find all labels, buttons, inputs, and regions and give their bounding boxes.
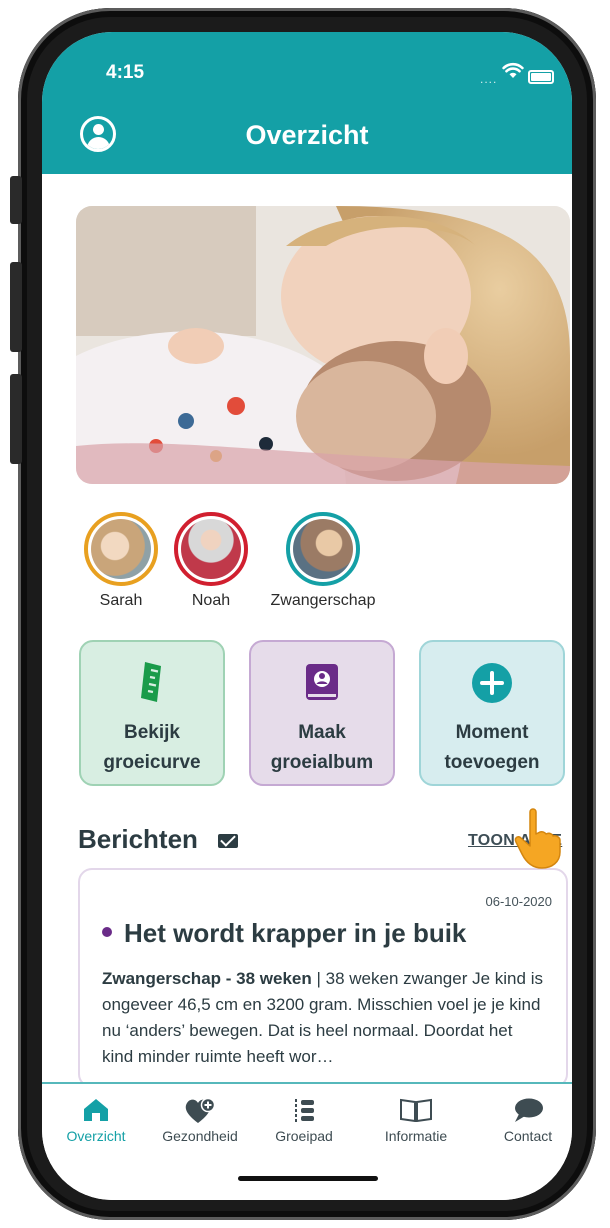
card-label: Moment toevoegen: [421, 718, 563, 778]
child-noah[interactable]: Noah: [168, 512, 254, 610]
wifi-icon: [502, 62, 524, 78]
card-label: Maak groeialbum: [251, 718, 393, 778]
page-title: Overzicht: [245, 120, 369, 150]
card-label-line1: Maak: [298, 722, 346, 743]
volume-up-button: [10, 262, 22, 352]
bottom-tab-bar: Overzicht Gezondheid Groeipad Informatie…: [42, 1082, 572, 1200]
signal-dots: ....: [480, 72, 498, 86]
card-label-line2: groeicurve: [103, 752, 201, 773]
tab-contact[interactable]: Contact: [478, 1098, 572, 1144]
tab-label: Groeipad: [275, 1128, 333, 1144]
battery-icon: [528, 70, 554, 84]
card-label: Bekijk groeicurve: [81, 718, 223, 778]
child-photo: [91, 519, 151, 579]
message-separator: |: [311, 969, 326, 988]
child-name: Sarah: [99, 592, 143, 609]
child-name: Zwangerschap: [270, 592, 376, 609]
tab-icon-wrap: [46, 1098, 146, 1124]
card-label-line2: toevoegen: [444, 752, 540, 773]
hand-cursor-icon: [514, 808, 561, 869]
volume-down-button: [10, 374, 22, 464]
message-title: Het wordt krapper in je buik: [102, 918, 466, 949]
messages-heading: Berichten: [78, 824, 198, 854]
tab-label: Gezondheid: [162, 1128, 238, 1144]
heart-plus-icon: [185, 1097, 216, 1123]
status-time: 4:15: [106, 62, 145, 83]
child-name: Noah: [191, 592, 231, 609]
tab-gezondheid[interactable]: Gezondheid: [150, 1097, 250, 1144]
message-preview: Zwangerschap - 38 weken | 38 weken zwang…: [102, 966, 548, 1070]
tab-label: Overzicht: [66, 1128, 126, 1144]
make-growth-album-button[interactable]: Maak groeialbum: [249, 640, 395, 786]
mute-switch: [10, 176, 22, 224]
child-avatar: [286, 512, 360, 586]
child-photo: [181, 519, 241, 579]
book-icon: [400, 1098, 432, 1123]
card-label-line2: groeialbum: [270, 752, 374, 773]
tab-informatie[interactable]: Informatie: [366, 1098, 466, 1144]
envelope-icon: [218, 834, 238, 848]
tab-icon-wrap: [366, 1098, 466, 1124]
tab-icon-wrap: [150, 1097, 250, 1124]
view-growth-curve-button[interactable]: Bekijk groeicurve: [79, 640, 225, 786]
header-bar: 4:15 .... Overzicht: [42, 32, 572, 174]
child-avatar: [174, 512, 248, 586]
child-sarah[interactable]: Sarah: [78, 512, 164, 610]
card-label-line1: Moment: [455, 722, 529, 743]
child-photo: [293, 519, 353, 579]
home-indicator: [238, 1176, 378, 1181]
child-zwangerschap[interactable]: Zwangerschap: [260, 512, 386, 610]
chat-icon: [515, 1098, 543, 1122]
child-avatar: [84, 512, 158, 586]
plus-circle-icon: [472, 663, 512, 703]
tab-label: Informatie: [384, 1128, 448, 1144]
tab-icon-wrap: [478, 1098, 572, 1124]
tab-overzicht[interactable]: Overzicht: [46, 1098, 146, 1144]
message-category: Zwangerschap - 38 weken: [102, 969, 312, 988]
album-icon: [306, 664, 338, 700]
growth-ruler-icon: [141, 662, 161, 702]
hero-photo: [76, 206, 570, 484]
message-date: 06-10-2020: [485, 894, 553, 909]
home-icon: [84, 1099, 108, 1121]
tab-icon-wrap: [254, 1098, 354, 1124]
tab-groeipad[interactable]: Groeipad: [254, 1098, 354, 1144]
path-icon: [295, 1099, 314, 1123]
unread-dot: [102, 927, 112, 938]
tab-label: Contact: [503, 1128, 553, 1144]
card-label-line1: Bekijk: [124, 722, 180, 743]
message-card[interactable]: 06-10-2020 Het wordt krapper in je buik …: [78, 868, 568, 1088]
app-screen: 4:15 .... Overzicht Sarah Noah Zwangersc…: [42, 32, 572, 1200]
add-moment-button[interactable]: Moment toevoegen: [419, 640, 565, 786]
hero-illustration: [76, 206, 570, 484]
message-title-text: Het wordt krapper in je buik: [124, 918, 467, 948]
